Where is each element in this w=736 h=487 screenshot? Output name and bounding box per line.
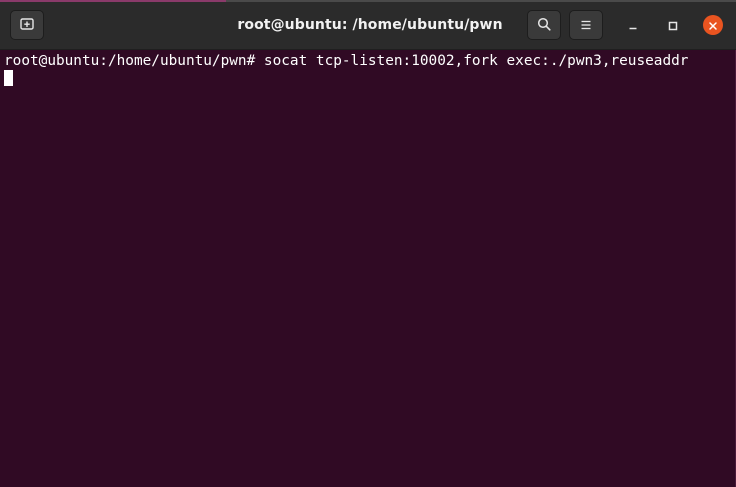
new-tab-button[interactable] (10, 10, 44, 40)
minimize-button[interactable] (623, 15, 643, 35)
close-icon (708, 16, 718, 35)
shell-prompt: root@ubuntu:/home/ubuntu/pwn# (4, 53, 264, 69)
search-icon (537, 16, 551, 35)
window-title: root@ubuntu: /home/ubuntu/pwn (237, 17, 503, 33)
search-button[interactable] (527, 10, 561, 40)
desktop-edge-left (0, 0, 226, 2)
header-bar: root@ubuntu: /home/ubuntu/pwn (0, 0, 736, 50)
shell-command: socat tcp-listen:10002,fork exec:./pwn3,… (263, 53, 689, 69)
close-button[interactable] (703, 15, 723, 35)
terminal-area[interactable]: root@ubuntu:/home/ubuntu/pwn# socat tcp-… (0, 50, 736, 487)
maximize-button[interactable] (663, 15, 683, 35)
menu-button[interactable] (569, 10, 603, 40)
new-tab-icon (20, 16, 34, 35)
minimize-icon (628, 16, 638, 35)
maximize-icon (668, 16, 678, 35)
hamburger-menu-icon (580, 16, 592, 35)
terminal-line: root@ubuntu:/home/ubuntu/pwn# socat tcp-… (4, 53, 688, 70)
text-cursor (4, 70, 13, 86)
terminal-window: root@ubuntu: /home/ubuntu/pwn root@ubunt… (0, 0, 736, 487)
